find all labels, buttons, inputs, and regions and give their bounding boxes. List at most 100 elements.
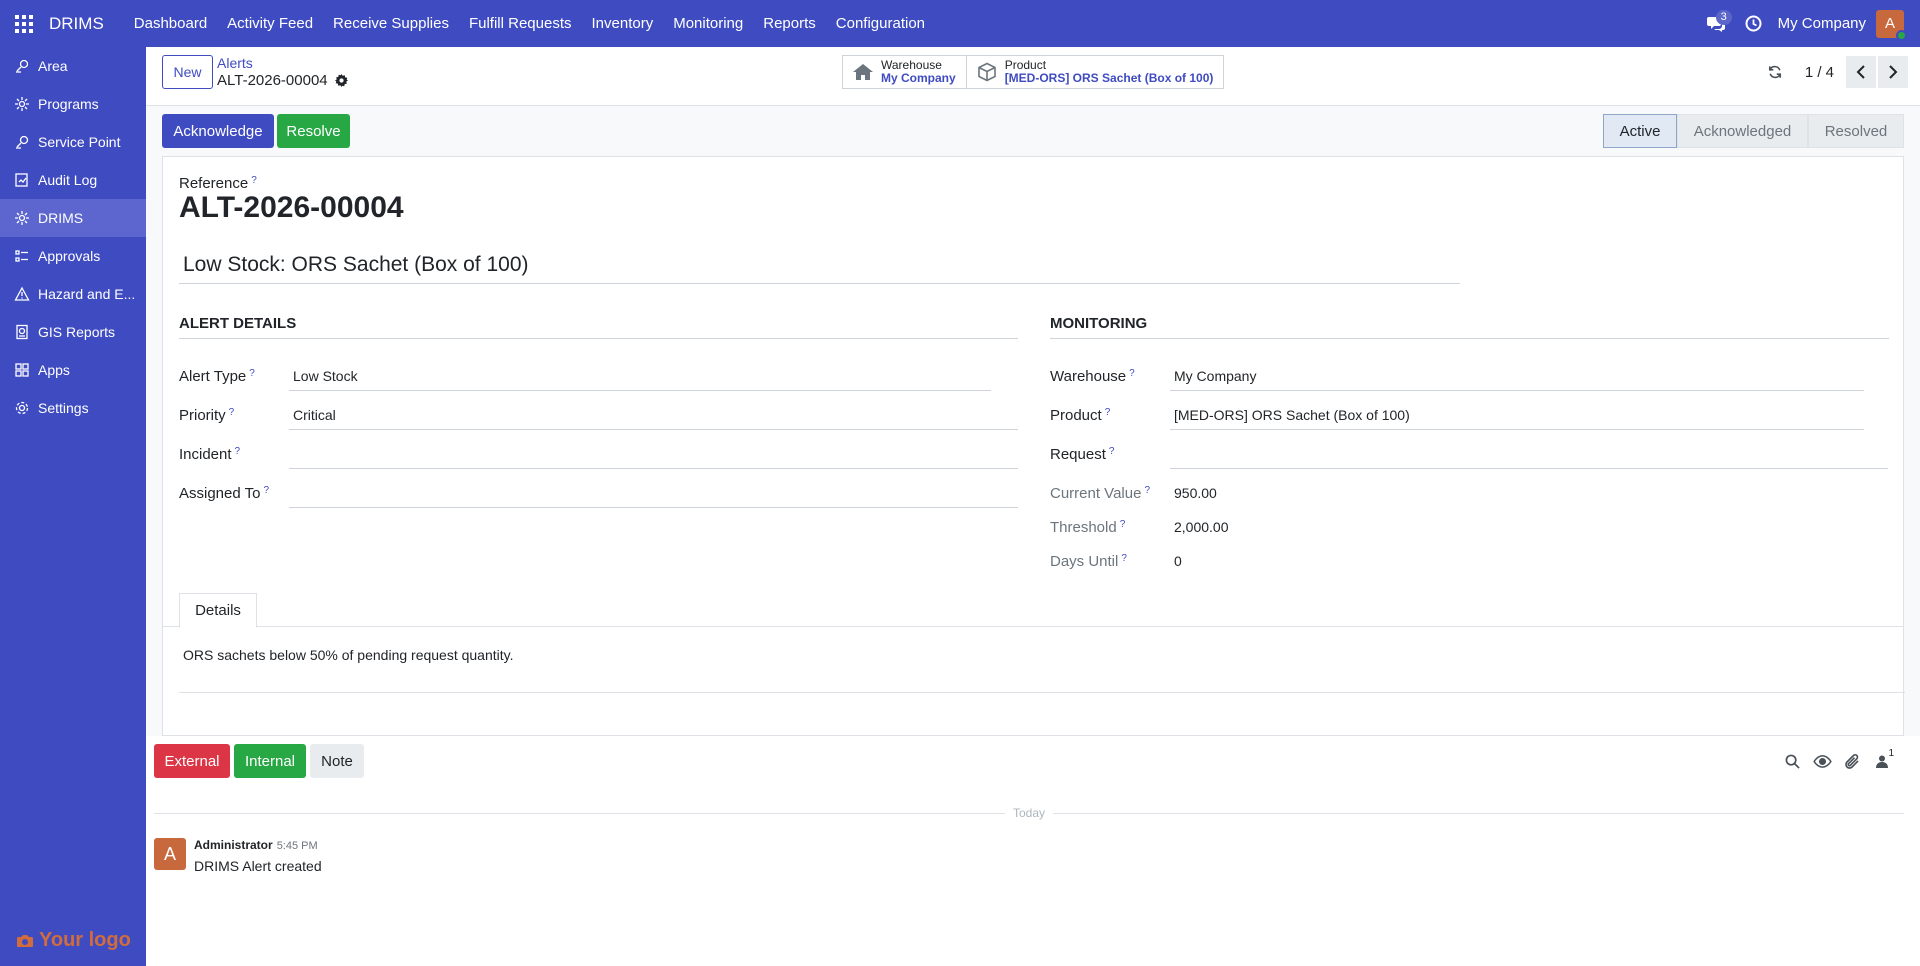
stage-acknowledged[interactable]: Acknowledged xyxy=(1677,114,1808,148)
resolve-button[interactable]: Resolve xyxy=(277,114,350,148)
warehouse-field[interactable]: My Company xyxy=(1170,361,1864,391)
incident-label: Incident xyxy=(179,445,232,463)
chevron-right-icon xyxy=(1889,65,1898,79)
help-tooltip[interactable]: ? xyxy=(1109,446,1115,457)
help-tooltip[interactable]: ? xyxy=(1105,407,1111,418)
priority-field[interactable]: Critical xyxy=(289,400,1018,430)
sidebar: Area Programs Service Point Audit Log DR… xyxy=(0,47,146,966)
help-tooltip[interactable]: ? xyxy=(249,368,255,379)
field-label: Incident? xyxy=(179,446,289,463)
incident-field[interactable] xyxy=(289,439,1018,469)
assigned-to-field[interactable] xyxy=(289,478,1018,508)
user-avatar[interactable]: A xyxy=(1876,9,1907,41)
help-tooltip[interactable]: ? xyxy=(1144,485,1150,496)
sidebar-item-label: Hazard and E... xyxy=(38,286,136,302)
sidebar-item-label: Audit Log xyxy=(38,172,98,188)
brand-name[interactable]: DRIMS xyxy=(48,14,116,34)
menu-activity-feed[interactable]: Activity Feed xyxy=(217,0,323,47)
help-tooltip[interactable]: ? xyxy=(229,407,235,418)
pager-next-button[interactable] xyxy=(1878,56,1908,88)
sidebar-item-apps[interactable]: Apps xyxy=(0,351,146,389)
field-label: Current Value? xyxy=(1050,485,1170,502)
sidebar-item-audit-log[interactable]: Audit Log xyxy=(0,161,146,199)
acknowledge-button[interactable]: Acknowledge xyxy=(162,114,274,148)
chatter-message: A Administrator 5:45 PM DRIMS Alert creat… xyxy=(154,838,322,874)
assigned-to-label: Assigned To xyxy=(179,484,261,502)
log-note-button[interactable]: Note xyxy=(310,744,364,778)
sidebar-item-gis-reports[interactable]: GIS Reports xyxy=(0,313,146,351)
alert-type-field[interactable]: Low Stock xyxy=(289,361,991,391)
alert-details-title: ALERT DETAILS xyxy=(179,315,1018,339)
menu-reports[interactable]: Reports xyxy=(753,0,826,47)
help-tooltip[interactable]: ? xyxy=(1121,553,1127,564)
field-label: Warehouse? xyxy=(1050,368,1170,385)
product-row: Product? [MED-ORS] ORS Sachet (Box of 10… xyxy=(1050,400,1864,430)
threshold-label: Threshold xyxy=(1050,518,1117,536)
product-smart-button[interactable]: Product [MED-ORS] ORS Sachet (Box of 100… xyxy=(965,56,1224,88)
service-point-icon xyxy=(12,132,32,152)
stage-active[interactable]: Active xyxy=(1603,114,1677,148)
menu-receive-supplies[interactable]: Receive Supplies xyxy=(323,0,459,47)
warehouse-smart-button[interactable]: Warehouse My Company xyxy=(843,56,966,88)
status-bar: Active Acknowledged Resolved xyxy=(1603,114,1904,148)
alert-name-field[interactable]: Low Stock: ORS Sachet (Box of 100) xyxy=(179,249,1460,284)
menu-fulfill-requests[interactable]: Fulfill Requests xyxy=(459,0,582,47)
followers-button[interactable]: 1 xyxy=(1868,748,1896,772)
external-message-button[interactable]: External xyxy=(154,744,230,778)
details-text[interactable]: ORS sachets below 50% of pending request… xyxy=(179,627,1905,693)
pager-value[interactable]: 1 / 4 xyxy=(1805,64,1834,81)
stage-resolved[interactable]: Resolved xyxy=(1808,114,1904,148)
new-button[interactable]: New xyxy=(162,55,213,89)
breadcrumb-alerts[interactable]: Alerts xyxy=(217,55,253,71)
help-tooltip[interactable]: ? xyxy=(251,175,257,186)
gis-reports-icon xyxy=(12,322,32,342)
user-icon xyxy=(1876,755,1888,768)
hazard-icon xyxy=(12,284,32,304)
product-field[interactable]: [MED-ORS] ORS Sachet (Box of 100) xyxy=(1170,400,1864,430)
sidebar-item-service-point[interactable]: Service Point xyxy=(0,123,146,161)
gear-icon[interactable] xyxy=(334,74,348,87)
sidebar-item-approvals[interactable]: Approvals xyxy=(0,237,146,275)
clock-icon xyxy=(1745,15,1762,32)
eye-icon[interactable] xyxy=(1808,750,1836,772)
paperclip-icon[interactable] xyxy=(1838,750,1866,772)
refresh-icon[interactable] xyxy=(1763,60,1787,84)
internal-message-button[interactable]: Internal xyxy=(234,744,306,778)
menu-monitoring[interactable]: Monitoring xyxy=(663,0,753,47)
menu-configuration[interactable]: Configuration xyxy=(826,0,935,47)
search-icon[interactable] xyxy=(1778,750,1806,772)
help-tooltip[interactable]: ? xyxy=(1129,368,1135,379)
activities-button[interactable] xyxy=(1736,0,1772,47)
help-tooltip[interactable]: ? xyxy=(1120,519,1126,530)
sidebar-item-hazard[interactable]: Hazard and E... xyxy=(0,275,146,313)
days-until-field: 0 xyxy=(1174,553,1182,569)
messages-button[interactable]: 3 xyxy=(1696,0,1736,47)
app-switcher-icon[interactable] xyxy=(0,0,48,47)
sidebar-item-area[interactable]: Area xyxy=(0,47,146,85)
assigned-to-row: Assigned To? xyxy=(179,478,1018,508)
avatar[interactable]: A xyxy=(154,838,186,870)
chevron-left-icon xyxy=(1856,65,1865,79)
help-tooltip[interactable]: ? xyxy=(235,446,241,457)
company-switcher[interactable]: My Company xyxy=(1772,15,1876,32)
control-panel: New Alerts ALT-2026-00004 Warehouse My C… xyxy=(146,47,1920,106)
help-tooltip[interactable]: ? xyxy=(263,485,269,496)
pager-previous-button[interactable] xyxy=(1846,56,1876,88)
separator-line xyxy=(1053,812,1904,814)
sidebar-item-drims[interactable]: DRIMS xyxy=(0,199,146,237)
pager: 1 / 4 xyxy=(1763,55,1920,89)
tab-details[interactable]: Details xyxy=(179,593,257,628)
days-until-label: Days Until xyxy=(1050,552,1119,570)
menu-inventory[interactable]: Inventory xyxy=(582,0,664,47)
sidebar-item-programs[interactable]: Programs xyxy=(0,85,146,123)
sidebar-item-label: Programs xyxy=(38,96,99,112)
home-icon xyxy=(853,63,873,81)
cube-icon xyxy=(977,62,997,82)
request-field[interactable] xyxy=(1170,439,1888,469)
online-status-dot xyxy=(1896,29,1907,41)
sidebar-item-settings[interactable]: Settings xyxy=(0,389,146,427)
company-logo: Your logo xyxy=(16,929,131,952)
sidebar-item-label: Approvals xyxy=(38,248,101,264)
message-author-name[interactable]: Administrator xyxy=(194,838,273,852)
menu-dashboard[interactable]: Dashboard xyxy=(124,0,217,47)
